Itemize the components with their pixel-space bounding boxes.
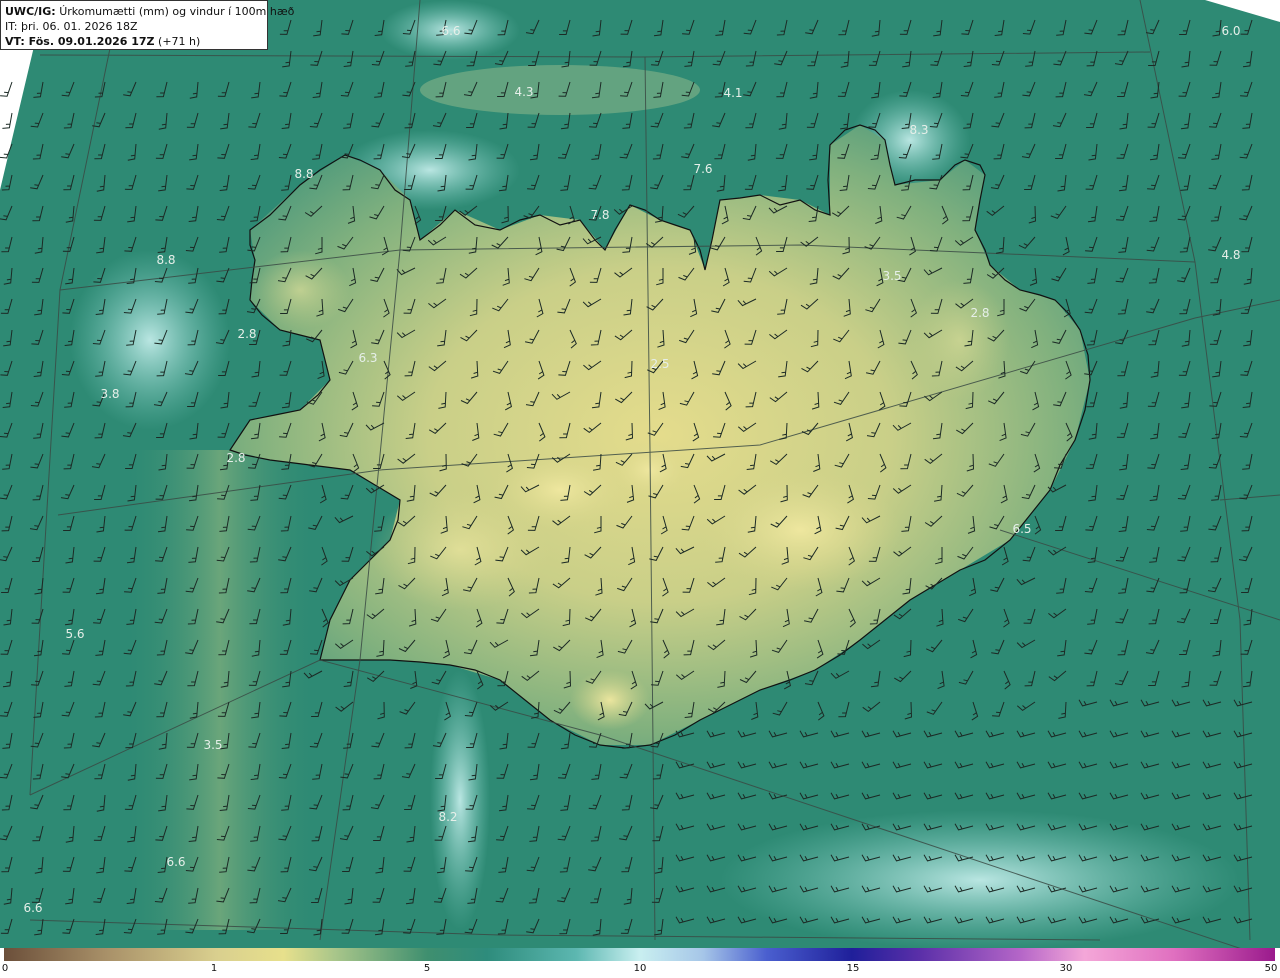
- value-label: 3.5: [203, 738, 223, 752]
- value-label: 8.3: [909, 123, 929, 137]
- value-label: 2.8: [226, 451, 246, 465]
- precip-low-north-band: [420, 65, 700, 115]
- value-label: 6.0: [1221, 24, 1241, 38]
- valid-time: VT: Fös. 09.01.2026 17Z: [5, 35, 155, 48]
- colorbar-tick: 15: [846, 963, 860, 974]
- weather-map: 6.0 6.6 4.3 4.1 8.3 7.6 8.8 7.8 4.8 8.8 …: [0, 0, 1280, 948]
- value-label: 5.6: [65, 627, 85, 641]
- value-label: 2.8: [970, 306, 990, 320]
- highland-myrdalsjokull: [570, 670, 650, 730]
- value-label: 4.3: [514, 85, 534, 99]
- colorbar-gradient: [4, 948, 1275, 961]
- init-time: IT: þri. 06. 01. 2026 18Z: [5, 20, 138, 33]
- value-label: 8.2: [438, 810, 458, 824]
- value-label: 8.8: [294, 167, 314, 181]
- highland-south: [370, 490, 550, 610]
- value-label: 7.6: [693, 162, 713, 176]
- model-name: UWC/IG:: [5, 5, 56, 18]
- value-label: 7.8: [590, 208, 610, 222]
- value-label: 6.5: [1012, 522, 1032, 536]
- map-info-box: UWC/IG: Úrkomumætti (mm) og vindur í 100…: [0, 0, 294, 50]
- colorbar-tick: 10: [633, 963, 647, 974]
- value-label: 4.8: [1221, 248, 1241, 262]
- colorbar-tick: 30: [1059, 963, 1073, 974]
- valid-time-row: VT: Fös. 09.01.2026 17Z (+71 h): [5, 34, 263, 49]
- value-label: 3.8: [100, 387, 120, 401]
- precip-high-streak: [430, 670, 490, 930]
- value-label: 8.8: [156, 253, 176, 267]
- value-label: 6.6: [166, 855, 186, 869]
- value-label: 4.1: [723, 86, 743, 100]
- precip-high-south: [720, 810, 1240, 948]
- value-label: 6.6: [23, 901, 43, 915]
- value-label: 2.8: [237, 327, 257, 341]
- highland-vatnajokull: [700, 470, 900, 590]
- value-label: 6.6: [441, 24, 461, 38]
- forecast-offset: (+71 h): [158, 35, 201, 48]
- map-canvas: [0, 0, 1280, 948]
- colorbar-tick: 50: [1264, 963, 1278, 974]
- map-title: Úrkomumætti (mm) og vindur í 100m hæð: [59, 5, 295, 18]
- value-label: 2.5: [650, 357, 670, 371]
- title-row: UWC/IG: Úrkomumætti (mm) og vindur í 100…: [5, 4, 294, 19]
- colorbar-tick: 1: [210, 963, 218, 974]
- value-label: 3.5: [882, 269, 902, 283]
- precip-high-west: [70, 250, 230, 430]
- value-label: 6.3: [358, 351, 378, 365]
- colorbar-tick: 5: [423, 963, 431, 974]
- colorbar-tick: 0: [1, 963, 9, 974]
- colorbar-legend: 0 1 5 10 15 30 50: [0, 948, 1280, 978]
